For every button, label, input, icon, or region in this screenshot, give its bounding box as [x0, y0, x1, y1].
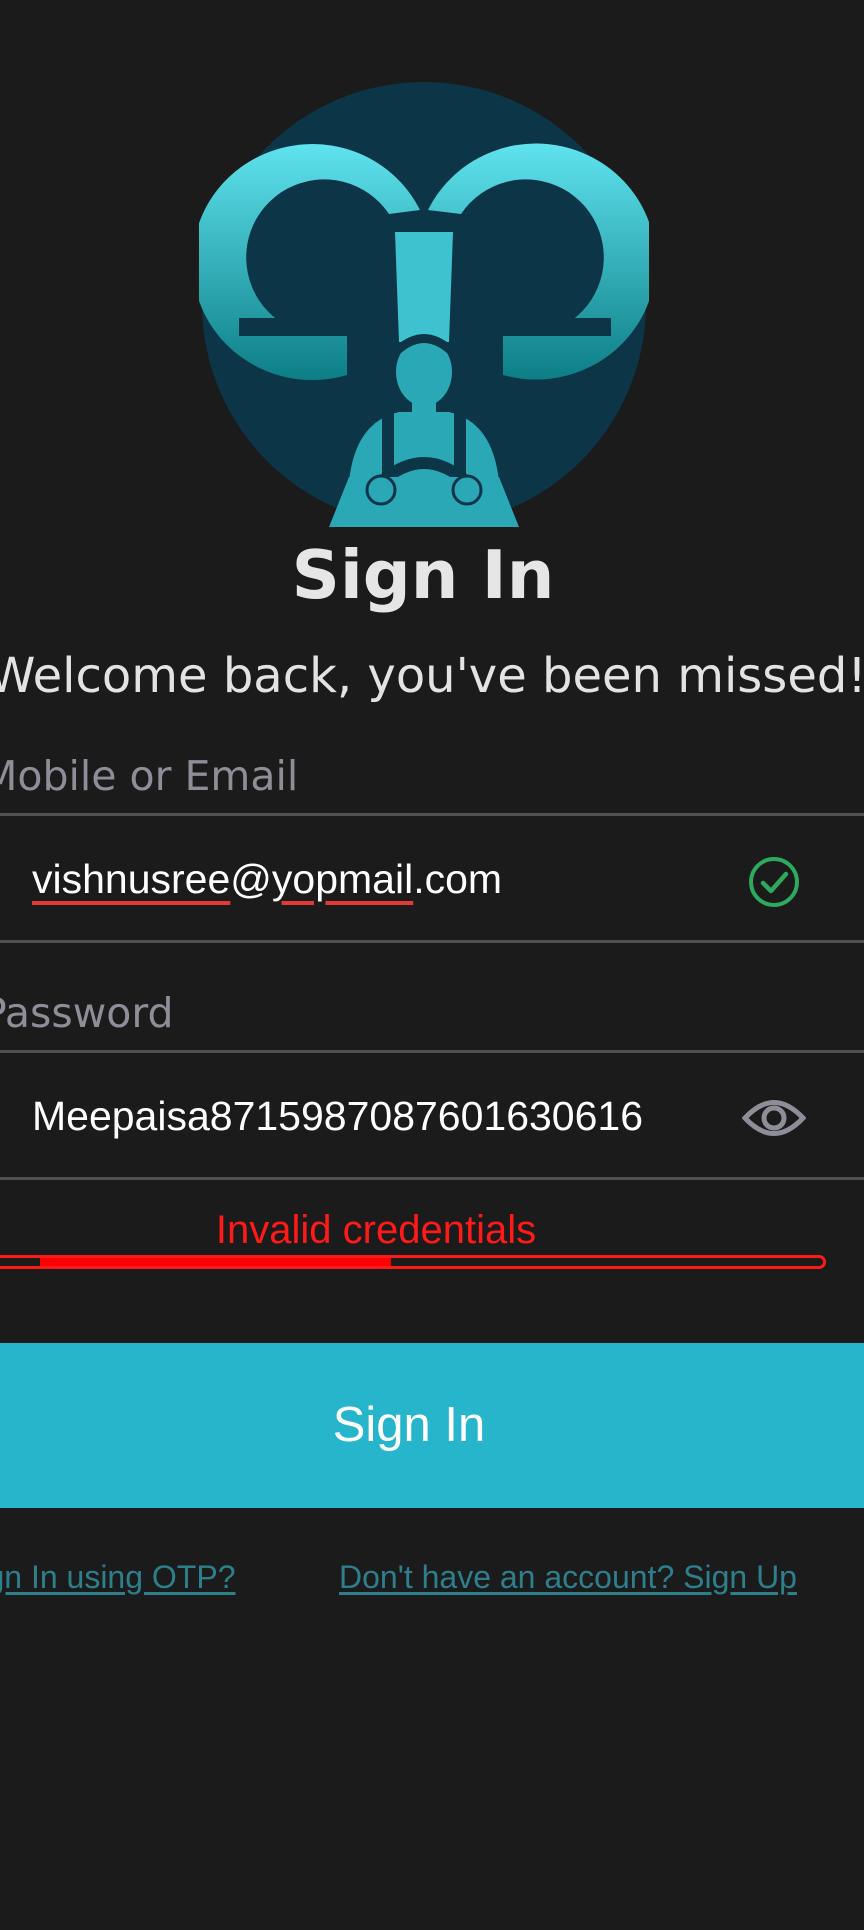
password-field-value: Meepaisa871598708760163061​6 [32, 1093, 644, 1139]
password-field-label: Password [0, 989, 174, 1037]
sign-in-button-label: Sign In [332, 1398, 486, 1452]
password-field[interactable]: Meepaisa871598708760163061​6 [0, 1050, 864, 1180]
email-field-value: vishnusree@yopmail.com [32, 847, 502, 911]
sign-in-screen: Sign In Welcome back, you've been missed… [0, 0, 864, 1930]
page-subtitle: Welcome back, you've been missed! [0, 648, 864, 704]
email-value-part: @ [230, 856, 272, 902]
error-progress-bar [0, 1255, 826, 1269]
app-logo [199, 82, 649, 527]
email-value-part: yopmail [271, 856, 414, 902]
eye-icon[interactable] [742, 1095, 806, 1141]
email-field[interactable]: vishnusree@yopmail.com [0, 813, 864, 943]
sign-up-link[interactable]: Don't have an account? Sign Up [339, 1553, 797, 1601]
otp-sign-in-link[interactable]: Sign In using OTP? [0, 1553, 235, 1601]
error-message: Invalid credentials [215, 1208, 537, 1252]
email-value-part: .com [413, 856, 503, 902]
check-circle-icon [749, 857, 799, 907]
email-field-label: Mobile or Email [0, 752, 299, 800]
error-progress-fill [40, 1258, 392, 1266]
sign-in-button[interactable]: Sign In [0, 1343, 864, 1508]
page-title: Sign In [291, 536, 555, 614]
email-value-part: vishnusree [32, 856, 231, 902]
